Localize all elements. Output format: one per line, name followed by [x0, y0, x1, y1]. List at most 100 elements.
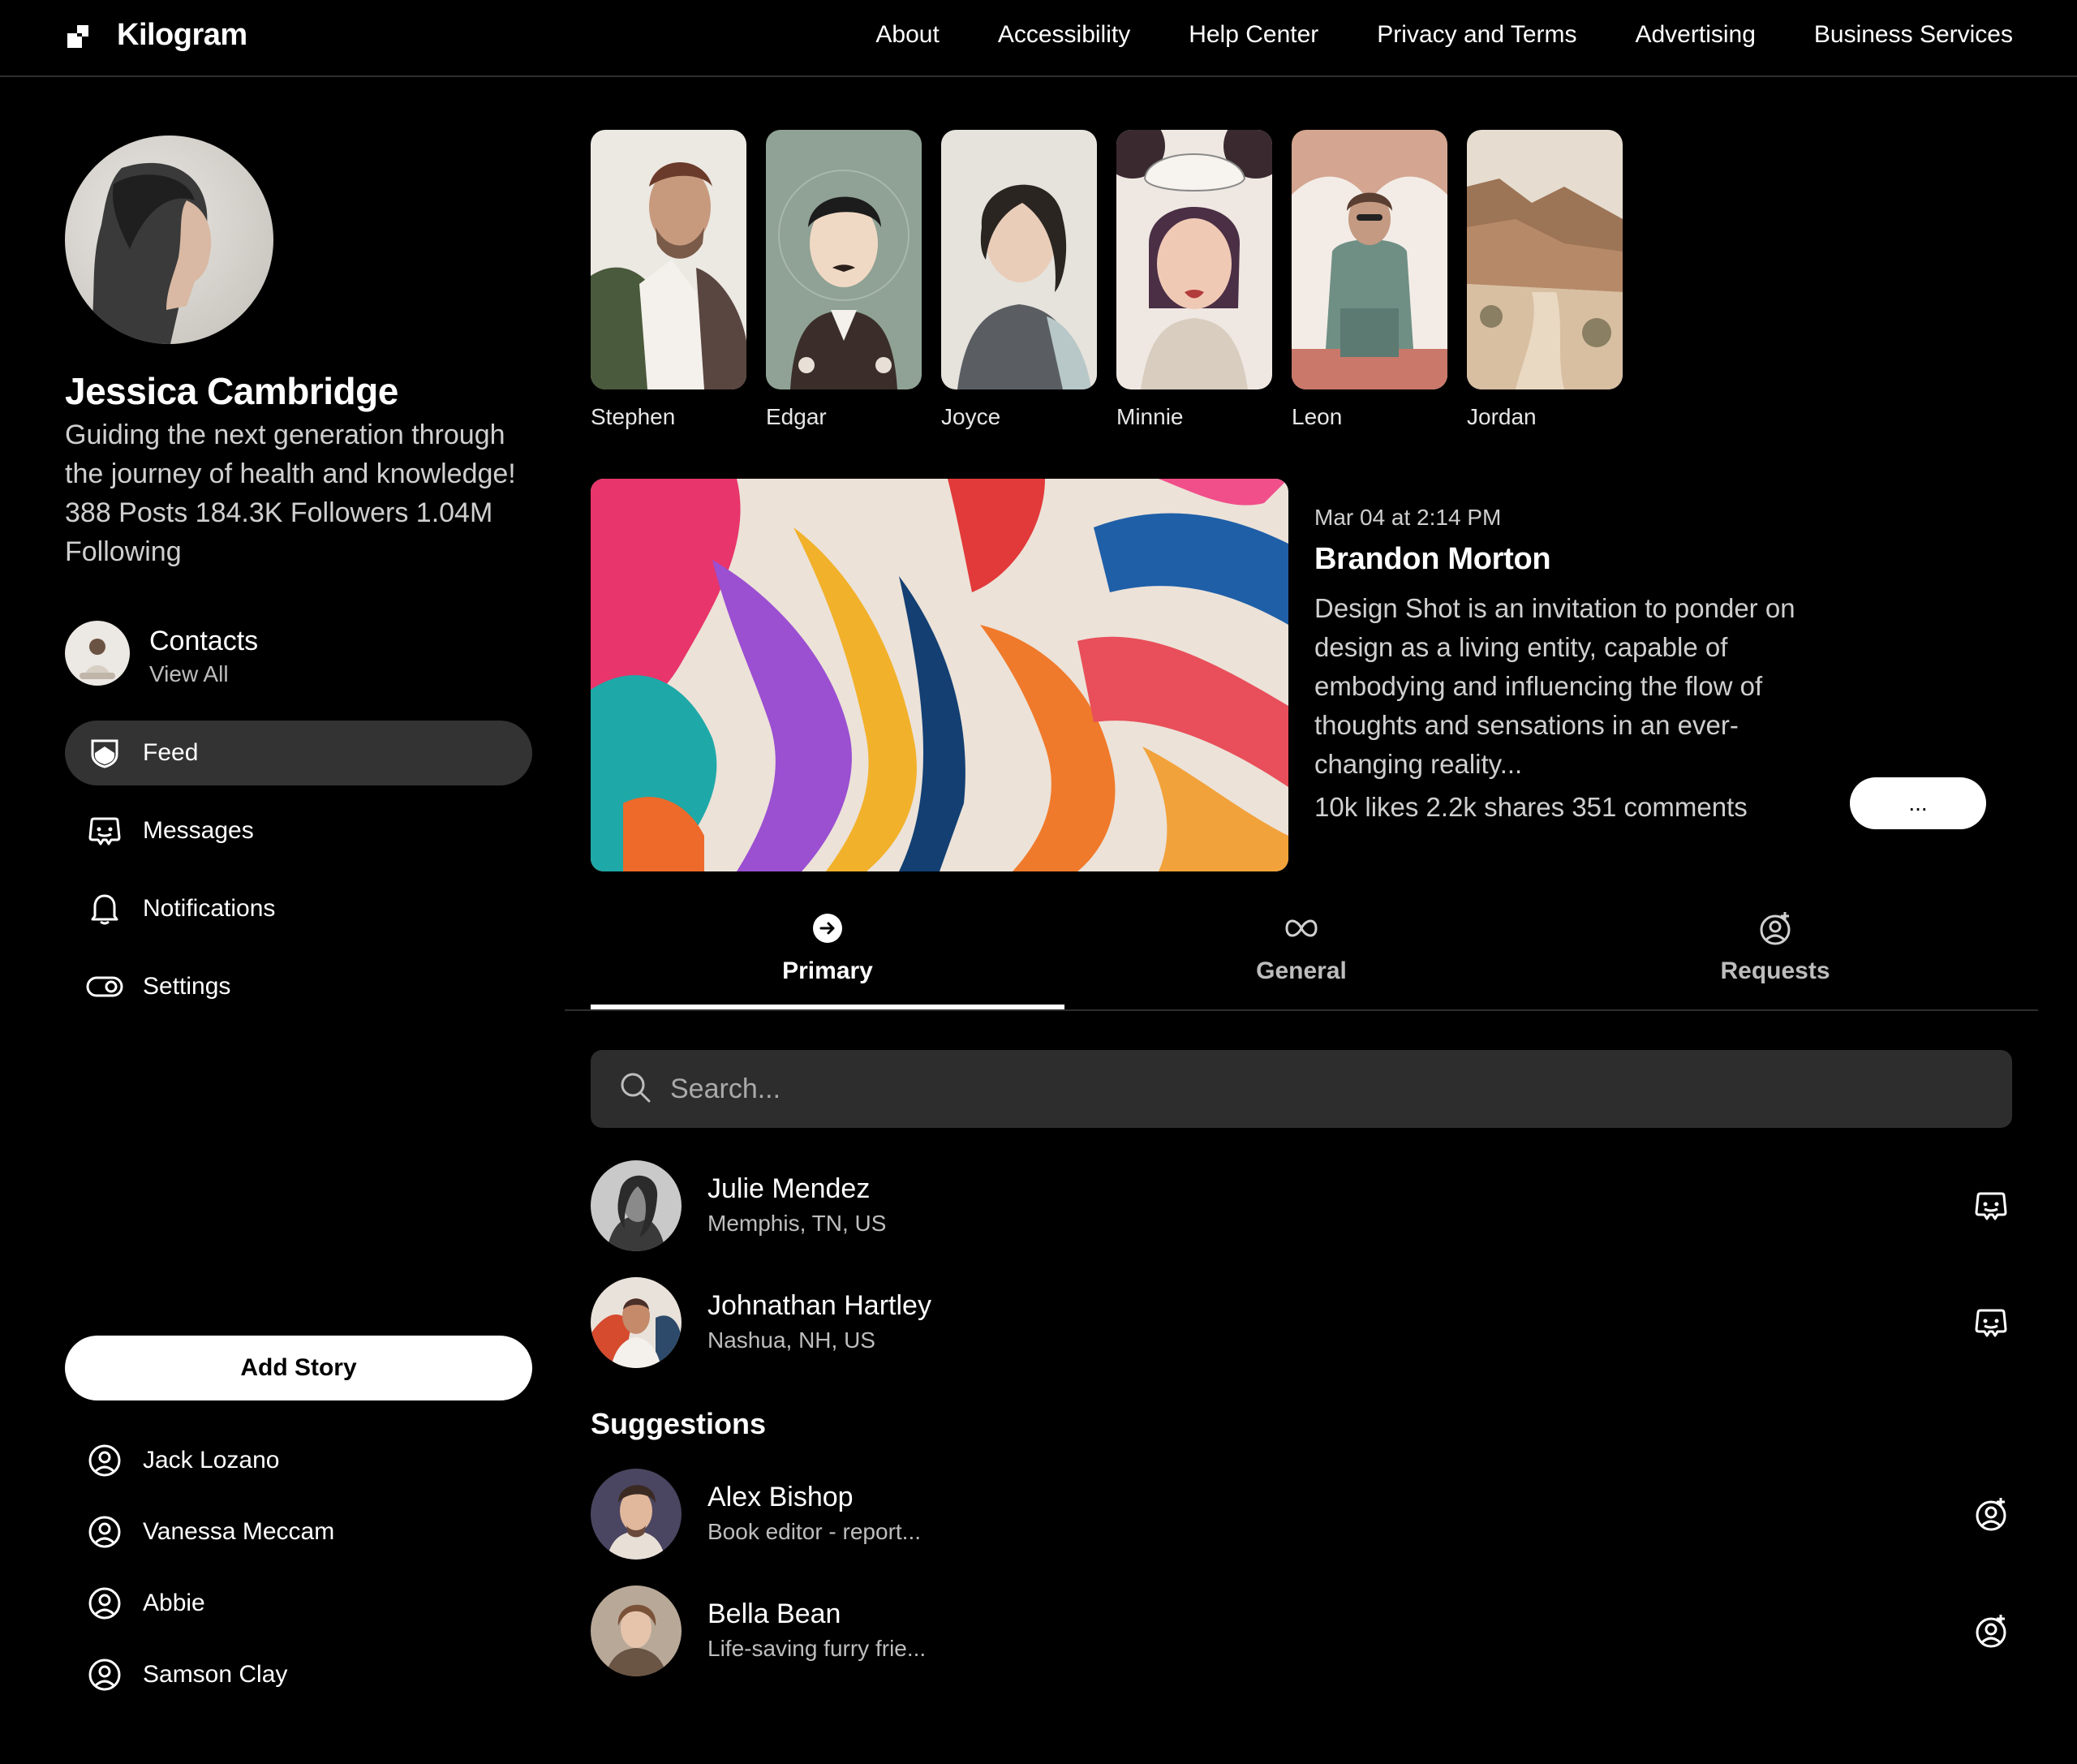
bell-icon [86, 890, 123, 927]
people-item-samson-clay[interactable]: Samson Clay [65, 1639, 532, 1710]
menu-item-notifications[interactable]: Notifications [65, 876, 532, 941]
tab-label: General [1256, 957, 1347, 984]
post-date: Mar 04 at 2:14 PM [1314, 505, 1502, 530]
search-input[interactable] [670, 1073, 1887, 1105]
menu-item-settings[interactable]: Settings [65, 954, 532, 1019]
post-text: Design Shot is an invitation to ponder o… [1314, 593, 1795, 779]
story-joyce[interactable]: Joyce [941, 130, 1097, 430]
chat-icon[interactable] [1970, 1301, 2012, 1344]
tab-label: Primary [782, 957, 873, 984]
chat-icon[interactable] [1970, 1185, 2012, 1227]
search-icon [618, 1070, 652, 1108]
story-name: Minnie [1116, 404, 1184, 429]
nav-help-center[interactable]: Help Center [1189, 21, 1318, 49]
story-thumbnail [1467, 130, 1623, 389]
person-name: Jack Lozano [143, 1447, 280, 1474]
tab-primary[interactable]: Primary [591, 909, 1064, 1011]
story-name: Joyce [941, 404, 1001, 429]
tab-general[interactable]: General [1064, 909, 1538, 1011]
arrow-circle-icon [811, 909, 844, 948]
suggestions-title: Suggestions [591, 1407, 767, 1440]
story-name: Leon [1292, 404, 1343, 429]
story-name: Jordan [1467, 404, 1537, 429]
profile-stats: 388 Posts 184.3K Followers 1.04M Followi… [65, 497, 493, 567]
nav-privacy-terms[interactable]: Privacy and Terms [1377, 21, 1576, 49]
contact-location: Memphis, TN, US [707, 1211, 887, 1236]
user-add-icon [1757, 909, 1793, 948]
person-name: Vanessa Meccam [143, 1518, 335, 1545]
suggestion-name: Alex Bishop [707, 1482, 854, 1512]
tabs-divider [565, 1009, 2038, 1011]
nav-advertising[interactable]: Advertising [1635, 21, 1755, 49]
tab-requests[interactable]: Requests [1538, 909, 2012, 1011]
profile-name: Jessica Cambridge [65, 370, 398, 412]
story-edgar[interactable]: Edgar [766, 130, 922, 430]
person-name: Abbie [143, 1590, 205, 1616]
user-circle-icon [86, 1513, 123, 1551]
avatar [591, 1585, 682, 1676]
post-more-button[interactable]: ... [1850, 777, 1986, 829]
profile-avatar[interactable] [65, 136, 273, 344]
list-item[interactable]: Alex Bishop Book editor - report... [591, 1469, 2012, 1560]
story-stephen[interactable]: Stephen [591, 130, 746, 430]
people-item-jack-lozano[interactable]: Jack Lozano [65, 1425, 532, 1496]
menu-item-feed[interactable]: Feed [65, 721, 532, 785]
top-nav: About Accessibility Help Center Privacy … [875, 21, 2013, 49]
contact-name: Johnathan Hartley [707, 1290, 931, 1321]
nav-business-services[interactable]: Business Services [1814, 21, 2013, 49]
people-item-vanessa-meccam[interactable]: Vanessa Meccam [65, 1496, 532, 1568]
menu-item-messages[interactable]: Messages [65, 798, 532, 863]
post-author[interactable]: Brandon Morton [1314, 542, 1551, 577]
post-image[interactable] [591, 479, 1288, 871]
people-list: Jack Lozano Vanessa Meccam Abbie Samson … [65, 1425, 532, 1710]
list-item[interactable]: Johnathan Hartley Nashua, NH, US [591, 1277, 2012, 1368]
chat-icon [86, 812, 123, 850]
nav-about[interactable]: About [875, 21, 939, 49]
search-bar [591, 1050, 2012, 1128]
app-title[interactable]: Kilogram [117, 18, 247, 53]
user-add-icon[interactable] [1970, 1610, 2012, 1652]
profile-bio: Guiding the next generation through the … [65, 415, 531, 571]
list-item[interactable]: Julie Mendez Memphis, TN, US [591, 1160, 2012, 1251]
person-name: Samson Clay [143, 1661, 288, 1688]
message-tabs: Primary General Requests [591, 909, 2012, 1011]
contact-name: Julie Mendez [707, 1173, 871, 1204]
infinity-icon [1282, 909, 1321, 948]
post-stats: 10k likes 2.2k shares 351 comments [1314, 792, 1748, 822]
top-bar: Kilogram About Accessibility Help Center… [0, 0, 2077, 77]
menu-item-label: Feed [143, 739, 199, 766]
contacts-card[interactable]: Contacts View All [65, 621, 519, 687]
user-circle-icon [86, 1585, 123, 1622]
toggle-icon [86, 968, 123, 1005]
list-item[interactable]: Bella Bean Life-saving furry frie... [591, 1585, 2012, 1676]
contact-location: Nashua, NH, US [707, 1327, 875, 1353]
people-item-abbie[interactable]: Abbie [65, 1568, 532, 1639]
story-name: Stephen [591, 404, 676, 429]
logo-icon[interactable] [67, 25, 88, 48]
avatar [591, 1160, 682, 1251]
story-thumbnail [1116, 130, 1272, 389]
story-jordan[interactable]: Jordan [1467, 130, 1623, 430]
story-thumbnail [941, 130, 1097, 389]
story-thumbnail [591, 130, 746, 389]
avatar [591, 1469, 682, 1560]
menu-item-label: Settings [143, 973, 231, 1000]
story-name: Edgar [766, 404, 827, 429]
user-add-icon[interactable] [1970, 1493, 2012, 1535]
suggestion-name: Bella Bean [707, 1598, 841, 1629]
contacts-title: Contacts [149, 626, 259, 656]
user-circle-icon [86, 1442, 123, 1479]
contacts-view-all[interactable]: View All [149, 661, 229, 687]
menu-item-label: Notifications [143, 895, 276, 922]
story-minnie[interactable]: Minnie [1116, 130, 1272, 430]
nav-accessibility[interactable]: Accessibility [998, 21, 1130, 49]
side-menu: Feed Messages Notifications Settings [65, 721, 532, 1032]
suggestion-description: Book editor - report... [707, 1519, 922, 1544]
user-circle-icon [86, 1656, 123, 1693]
stories-row: Stephen Edgar Joyce Minnie Leon Jordan [591, 130, 1623, 430]
story-leon[interactable]: Leon [1292, 130, 1447, 430]
contacts-avatar [65, 621, 130, 686]
add-story-button[interactable]: Add Story [65, 1336, 532, 1400]
menu-item-label: Messages [143, 817, 254, 844]
story-thumbnail [766, 130, 922, 389]
